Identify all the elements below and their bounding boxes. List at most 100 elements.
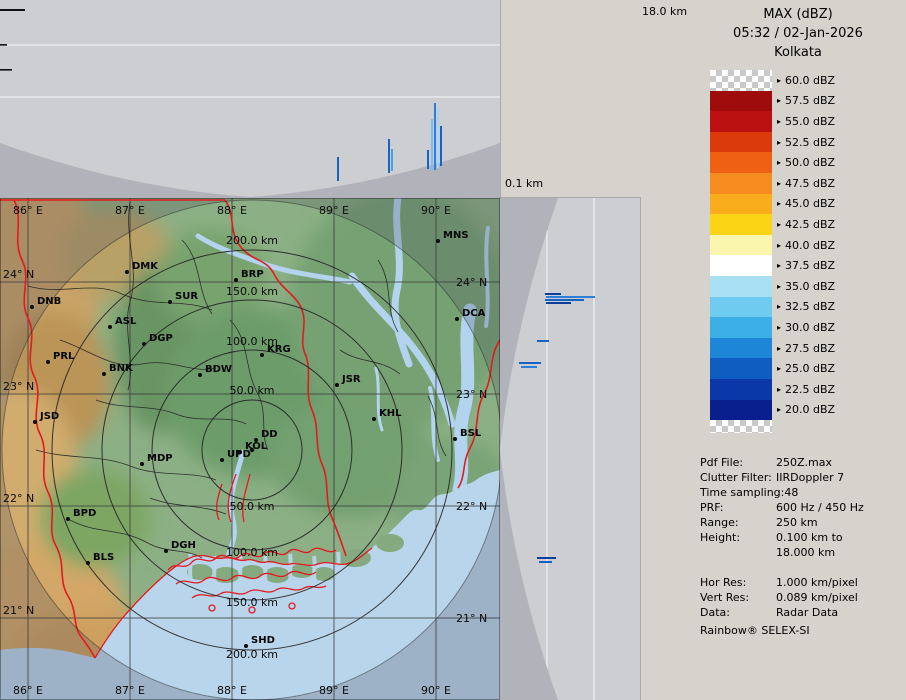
lat-label: 22° N	[3, 492, 34, 505]
city-label: UPD	[227, 449, 251, 460]
lat-label: 24° N	[3, 268, 34, 281]
lon-label: 87° E	[115, 684, 145, 697]
city-marker	[372, 417, 376, 421]
legend-entry: 55.0 dBZ	[710, 111, 835, 132]
info-block: Pdf File:250Z.maxClutter Filter:IIRDoppl…	[700, 455, 864, 637]
color-chip	[710, 132, 772, 153]
city-label: BPD	[73, 508, 96, 519]
info-value	[776, 485, 864, 500]
info-row: 18.000 km	[700, 545, 864, 560]
city-marker	[260, 353, 264, 357]
city-label: DCA	[462, 308, 486, 319]
echo-mark	[434, 103, 436, 170]
echo-mark	[431, 119, 433, 170]
city-label: BRP	[241, 269, 264, 280]
legend-entry: 20.0 dBZ	[710, 400, 835, 421]
ring-label: 150.0 km	[226, 285, 278, 298]
color-chip	[710, 276, 772, 297]
city-marker	[142, 342, 146, 346]
legend-entry: 32.5 dBZ	[710, 297, 835, 318]
city-marker	[66, 517, 70, 521]
echo-mark	[337, 157, 339, 181]
color-chip	[710, 173, 772, 194]
echo-mark	[388, 139, 390, 173]
echo-mark	[427, 150, 429, 169]
city-marker	[30, 305, 34, 309]
city-marker	[244, 644, 248, 648]
info-label	[700, 560, 776, 575]
legend-entry-label: 37.5 dBZ	[777, 259, 835, 272]
echo-mark	[437, 109, 439, 168]
lon-label: 88° E	[217, 684, 247, 697]
legend-entry: 35.0 dBZ	[710, 276, 835, 297]
ns-projection	[500, 198, 640, 700]
height-min-label: 0.1 km	[505, 177, 543, 190]
info-row: Vert Res:0.089 km/pixel	[700, 590, 864, 605]
title-block: MAX (dBZ) 05:32 / 02-Jan-2026 Kolkata	[700, 5, 896, 62]
legend-entry-label: 20.0 dBZ	[777, 403, 835, 416]
city-label: DNB	[37, 296, 61, 307]
ring-label: 200.0 km	[226, 648, 278, 661]
info-row: Range:250 km	[700, 515, 864, 530]
city-label: JSR	[341, 374, 361, 385]
city-marker	[234, 278, 238, 282]
info-label: Range:	[700, 515, 776, 530]
legend-entry-label: 22.5 dBZ	[777, 383, 835, 396]
city-label: BSL	[460, 428, 482, 439]
legend-entry-label: 60.0 dBZ	[777, 74, 835, 87]
legend-entry: 42.5 dBZ	[710, 214, 835, 235]
info-table: Pdf File:250Z.maxClutter Filter:IIRDoppl…	[700, 455, 864, 620]
info-value: 0.089 km/pixel	[776, 590, 864, 605]
lat-label: 22° N	[456, 500, 487, 513]
legend-entry: 30.0 dBZ	[710, 317, 835, 338]
legend-entry-label: 50.0 dBZ	[777, 156, 835, 169]
product-datetime: 05:32 / 02-Jan-2026	[700, 24, 896, 43]
city-label: BNK	[109, 363, 134, 374]
city-label: MDP	[147, 453, 173, 464]
color-chip	[710, 214, 772, 235]
product-title: MAX (dBZ)	[700, 5, 896, 24]
lat-label: 24° N	[456, 276, 487, 289]
legend-entry: 22.5 dBZ	[710, 379, 835, 400]
brand-text: Rainbow® SELEX-SI	[700, 624, 864, 637]
legend-entry-label: 45.0 dBZ	[777, 197, 835, 210]
color-chip	[710, 338, 772, 359]
city-marker	[86, 561, 90, 565]
lat-label: 21° N	[456, 612, 487, 625]
lat-label: 21° N	[3, 604, 34, 617]
city-label: KRG	[267, 344, 291, 355]
color-chip	[710, 235, 772, 256]
legend-entry: 57.5 dBZ	[710, 91, 835, 112]
city-label: SHD	[251, 635, 275, 646]
color-chip	[710, 297, 772, 318]
info-row: Hor Res:1.000 km/pixel	[700, 575, 864, 590]
lon-label: 86° E	[13, 204, 43, 217]
city-marker	[220, 458, 224, 462]
info-value: 250 km	[776, 515, 864, 530]
lon-label: 87° E	[115, 204, 145, 217]
city-label: BLS	[93, 552, 114, 563]
lon-label: 90° E	[421, 684, 451, 697]
city-marker	[33, 420, 37, 424]
info-value: 0.100 km to	[776, 530, 864, 545]
legend-entry: 47.5 dBZ	[710, 173, 835, 194]
echo-mark	[519, 362, 541, 364]
color-chip	[710, 400, 772, 421]
legend-entry: 37.5 dBZ	[710, 255, 835, 276]
info-label: Hor Res:	[700, 575, 776, 590]
color-chip	[710, 91, 772, 112]
echo-mark	[440, 126, 442, 166]
city-marker	[140, 462, 144, 466]
legend-entry-label: 57.5 dBZ	[777, 94, 835, 107]
color-chip	[710, 70, 772, 91]
legend-entry: 25.0 dBZ	[710, 358, 835, 379]
echo-mark	[521, 366, 537, 368]
lon-label: 86° E	[13, 684, 43, 697]
legend-entry: 52.5 dBZ	[710, 132, 835, 153]
info-value	[776, 560, 864, 575]
color-chip	[710, 379, 772, 400]
info-label: Pdf File:	[700, 455, 776, 470]
ring-label: 150.0 km	[226, 596, 278, 609]
lon-label: 88° E	[217, 204, 247, 217]
ew-projection-panel	[0, 0, 500, 198]
